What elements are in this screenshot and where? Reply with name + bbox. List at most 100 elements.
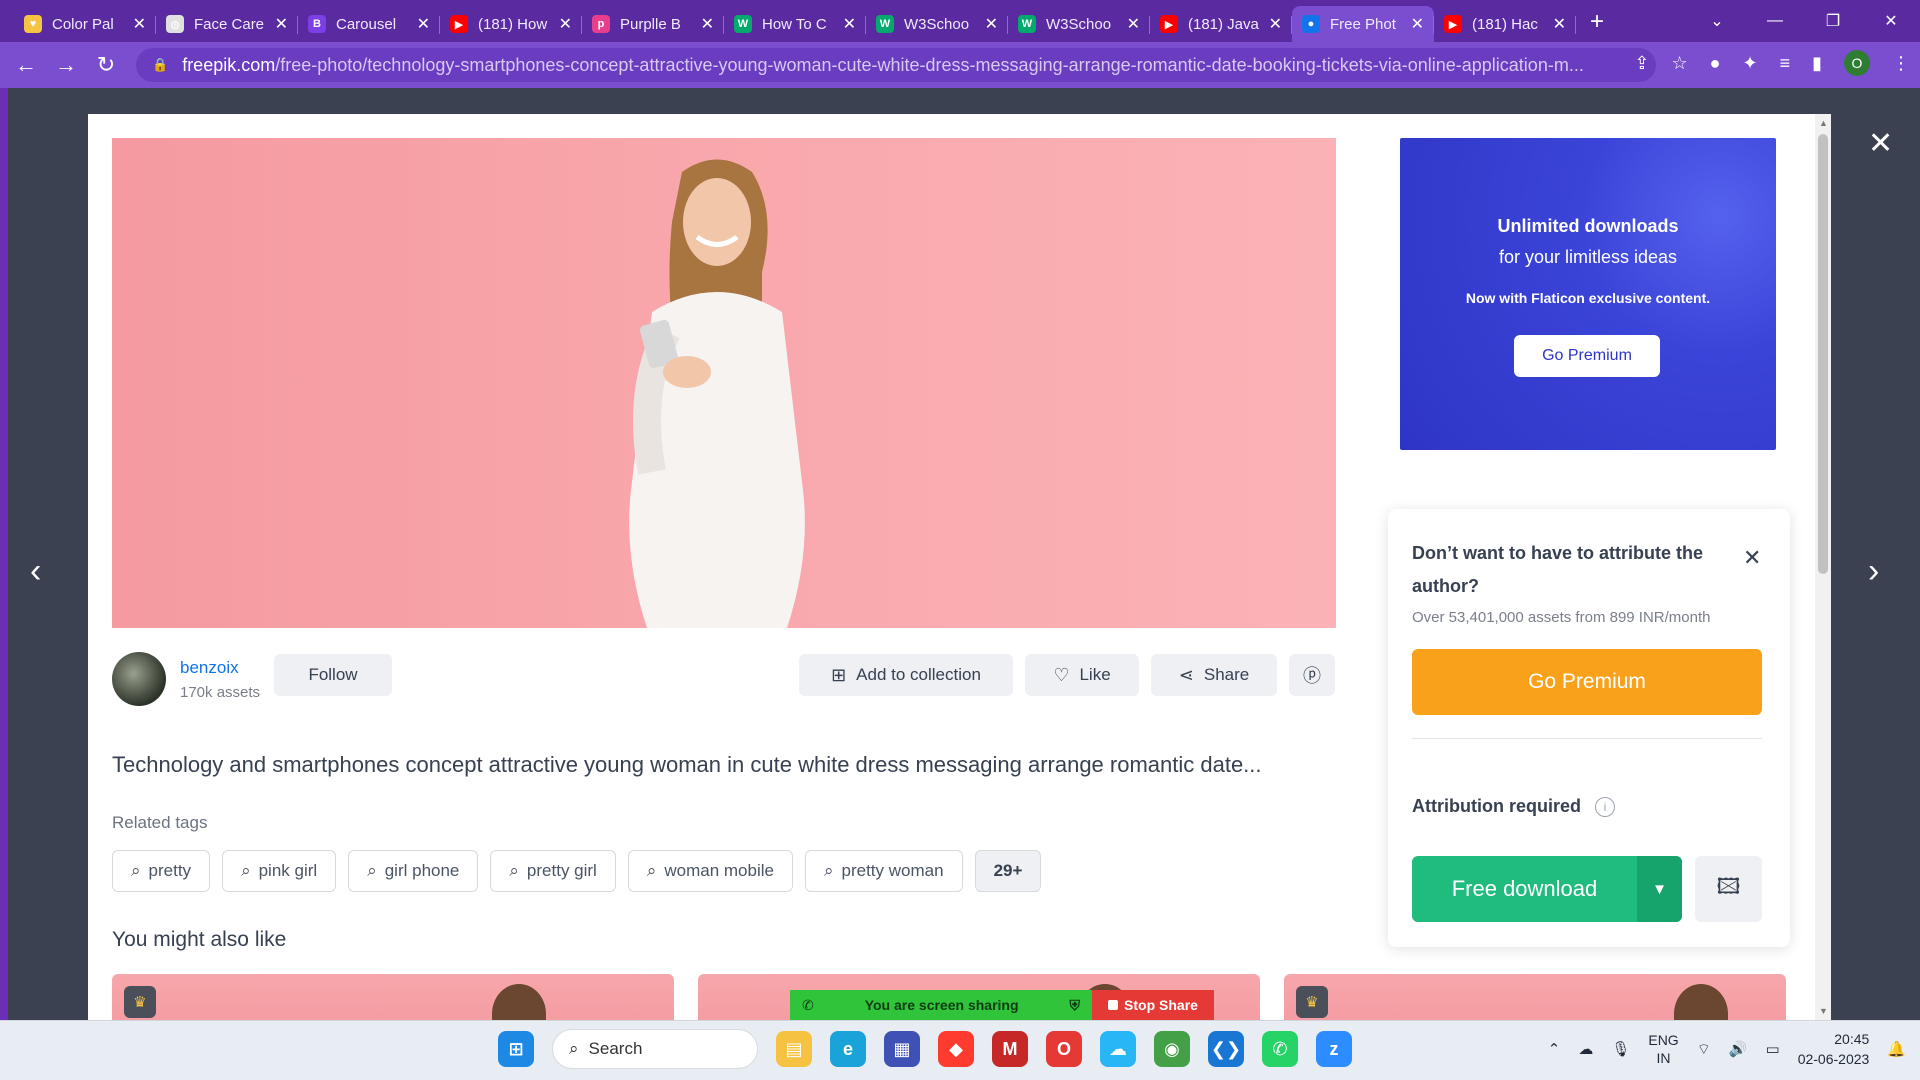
puzzle-icon[interactable]: ✦ — [1742, 53, 1757, 74]
like-button[interactable]: ♡ Like — [1025, 654, 1139, 696]
url-field[interactable]: 🔒 freepik.com/free-photo/technology-smar… — [136, 48, 1656, 82]
share-button[interactable]: ⋖ Share — [1151, 654, 1277, 696]
profile-avatar[interactable]: O — [1844, 50, 1870, 76]
file-explorer-icon[interactable]: ▤ — [776, 1031, 812, 1067]
modal-scrollbar[interactable]: ▲ ▼ — [1815, 114, 1831, 1020]
browser-tab[interactable]: ♥ Color Pal ✕ — [14, 6, 156, 42]
windows-start-icon[interactable]: ⊞ — [498, 1031, 534, 1067]
close-card-icon[interactable]: ✕ — [1743, 545, 1761, 571]
forward-icon[interactable]: → — [46, 52, 86, 78]
related-tag[interactable]: ⌕ pretty woman — [804, 850, 963, 892]
new-tab-button[interactable]: + — [1590, 8, 1604, 36]
close-tab-icon[interactable]: ✕ — [1127, 14, 1140, 34]
suggested-photo[interactable]: ♛ — [1284, 974, 1786, 1020]
tab-search-icon[interactable]: ⌄ — [1688, 11, 1746, 31]
browser-tab[interactable]: W How To C ✕ — [724, 6, 866, 42]
free-download-label: Free download — [1451, 876, 1598, 901]
zoom-icon[interactable]: z — [1316, 1031, 1352, 1067]
bookmark-star-icon[interactable]: ☆ — [1671, 53, 1687, 74]
wifi-icon[interactable]: ⌔ — [1697, 1040, 1711, 1059]
clock[interactable]: 20:45 02-06-2023 — [1798, 1029, 1870, 1069]
opera-icon[interactable]: O — [1046, 1031, 1082, 1067]
browser-tab[interactable]: ● Free Phot ✕ — [1292, 6, 1434, 42]
scroll-up-icon[interactable]: ▲ — [1819, 118, 1828, 128]
related-tag[interactable]: ⌕ woman mobile — [627, 850, 793, 892]
media-control-icon[interactable]: ≡ — [1780, 53, 1791, 74]
browser-tab[interactable]: W W3Schoo ✕ — [1008, 6, 1150, 42]
reload-icon[interactable]: ↻ — [86, 52, 126, 78]
author-avatar[interactable] — [112, 652, 166, 706]
browser-tab[interactable]: ▶ (181) Hac ✕ — [1434, 6, 1576, 42]
browser-tab[interactable]: ◍ Face Care ✕ — [156, 6, 298, 42]
maximize-button[interactable]: ❐ — [1804, 11, 1862, 31]
go-premium-button[interactable]: Go Premium — [1412, 649, 1762, 715]
mcafee-icon[interactable]: M — [992, 1031, 1028, 1067]
app-diamond-icon[interactable]: ◆ — [938, 1031, 974, 1067]
related-tag[interactable]: ⌕ pink girl — [222, 850, 337, 892]
promo-go-premium-button[interactable]: Go Premium — [1514, 335, 1660, 377]
close-tab-icon[interactable]: ✕ — [1553, 14, 1566, 34]
browser-tab[interactable]: p Purplle B ✕ — [582, 6, 724, 42]
notification-icon[interactable]: 🔔 — [1887, 1040, 1906, 1058]
microphone-icon[interactable]: 🎙 — [1611, 1040, 1630, 1058]
related-tag[interactable]: ⌕ girl phone — [348, 850, 479, 892]
promo-headline: Unlimited downloads — [1497, 216, 1679, 236]
edge-icon[interactable]: e — [830, 1031, 866, 1067]
extension-icon[interactable]: ● — [1710, 53, 1721, 74]
crown-icon: ♛ — [1296, 986, 1328, 1018]
browser-tab[interactable]: ▶ (181) Java ✕ — [1150, 6, 1292, 42]
back-icon[interactable]: ← — [6, 52, 46, 78]
taskbar-search[interactable]: ⌕ Search — [552, 1029, 758, 1069]
next-arrow-icon[interactable]: › — [1868, 552, 1879, 591]
related-tags-label: Related tags — [112, 813, 208, 832]
whatsapp-icon[interactable]: ✆ — [1262, 1031, 1298, 1067]
add-to-collection-button[interactable]: ⊞ Add to collection — [799, 654, 1013, 696]
close-window-button[interactable]: ✕ — [1862, 11, 1920, 31]
related-tag[interactable]: ⌕ pretty girl — [490, 850, 616, 892]
vscode-icon[interactable]: ❮❯ — [1208, 1031, 1244, 1067]
input-language[interactable]: ENG IN — [1648, 1031, 1678, 1067]
close-tab-icon[interactable]: ✕ — [133, 14, 146, 34]
tab-favicon-icon: ▶ — [450, 15, 468, 33]
close-tab-icon[interactable]: ✕ — [985, 14, 998, 34]
follow-button[interactable]: Follow — [274, 654, 392, 696]
close-tab-icon[interactable]: ✕ — [1269, 14, 1282, 34]
battery-icon[interactable]: ▭ — [1766, 1040, 1780, 1058]
tray-chevron-up-icon[interactable]: ⌃ — [1548, 1040, 1561, 1058]
close-tab-icon[interactable]: ✕ — [1411, 14, 1424, 34]
related-tag[interactable]: ⌕ pretty — [112, 850, 211, 892]
minimize-button[interactable]: — — [1746, 12, 1804, 30]
stop-share-button[interactable]: Stop Share — [1092, 990, 1214, 1020]
share-page-icon[interactable]: ⇪ — [1634, 53, 1649, 74]
chrome-icon[interactable]: ◉ — [1154, 1031, 1190, 1067]
chevron-down-icon[interactable]: ▼ — [1637, 856, 1682, 922]
you-might-also-like-heading: You might also like — [112, 928, 287, 951]
browser-tab[interactable]: B Carousel ✕ — [298, 6, 440, 42]
browser-tab[interactable]: ▶ (181) How ✕ — [440, 6, 582, 42]
side-panel-icon[interactable]: ▮ — [1812, 53, 1822, 74]
weather-app-icon[interactable]: ☁ — [1100, 1031, 1136, 1067]
pinterest-button[interactable]: ⓟ — [1289, 654, 1335, 696]
free-download-button[interactable]: Free download ▼ — [1412, 856, 1682, 922]
scroll-down-icon[interactable]: ▼ — [1819, 1006, 1828, 1016]
close-modal-icon[interactable]: ✕ — [1868, 126, 1893, 161]
image-search-icon[interactable]: 🖾 — [1695, 856, 1762, 922]
store-icon[interactable]: ▦ — [884, 1031, 920, 1067]
woman-with-phone-image — [629, 159, 805, 628]
more-tags-button[interactable]: 29+ — [974, 850, 1042, 892]
previous-arrow-icon[interactable]: ‹ — [30, 552, 41, 591]
close-tab-icon[interactable]: ✕ — [843, 14, 856, 34]
close-tab-icon[interactable]: ✕ — [275, 14, 288, 34]
onedrive-icon[interactable]: ☁ — [1578, 1040, 1593, 1058]
browser-tab[interactable]: W W3Schoo ✕ — [866, 6, 1008, 42]
menu-icon[interactable]: ⋮ — [1892, 53, 1910, 74]
close-tab-icon[interactable]: ✕ — [701, 14, 714, 34]
suggested-photo[interactable]: ♛ — [112, 974, 674, 1020]
close-tab-icon[interactable]: ✕ — [559, 14, 572, 34]
info-icon[interactable]: i — [1595, 796, 1615, 817]
scrollbar-thumb[interactable] — [1818, 134, 1828, 574]
close-tab-icon[interactable]: ✕ — [417, 14, 430, 34]
author-name-link[interactable]: benzoix — [180, 658, 260, 678]
tab-favicon-icon: ● — [1302, 15, 1320, 33]
volume-icon[interactable]: 🔊 — [1729, 1040, 1748, 1058]
